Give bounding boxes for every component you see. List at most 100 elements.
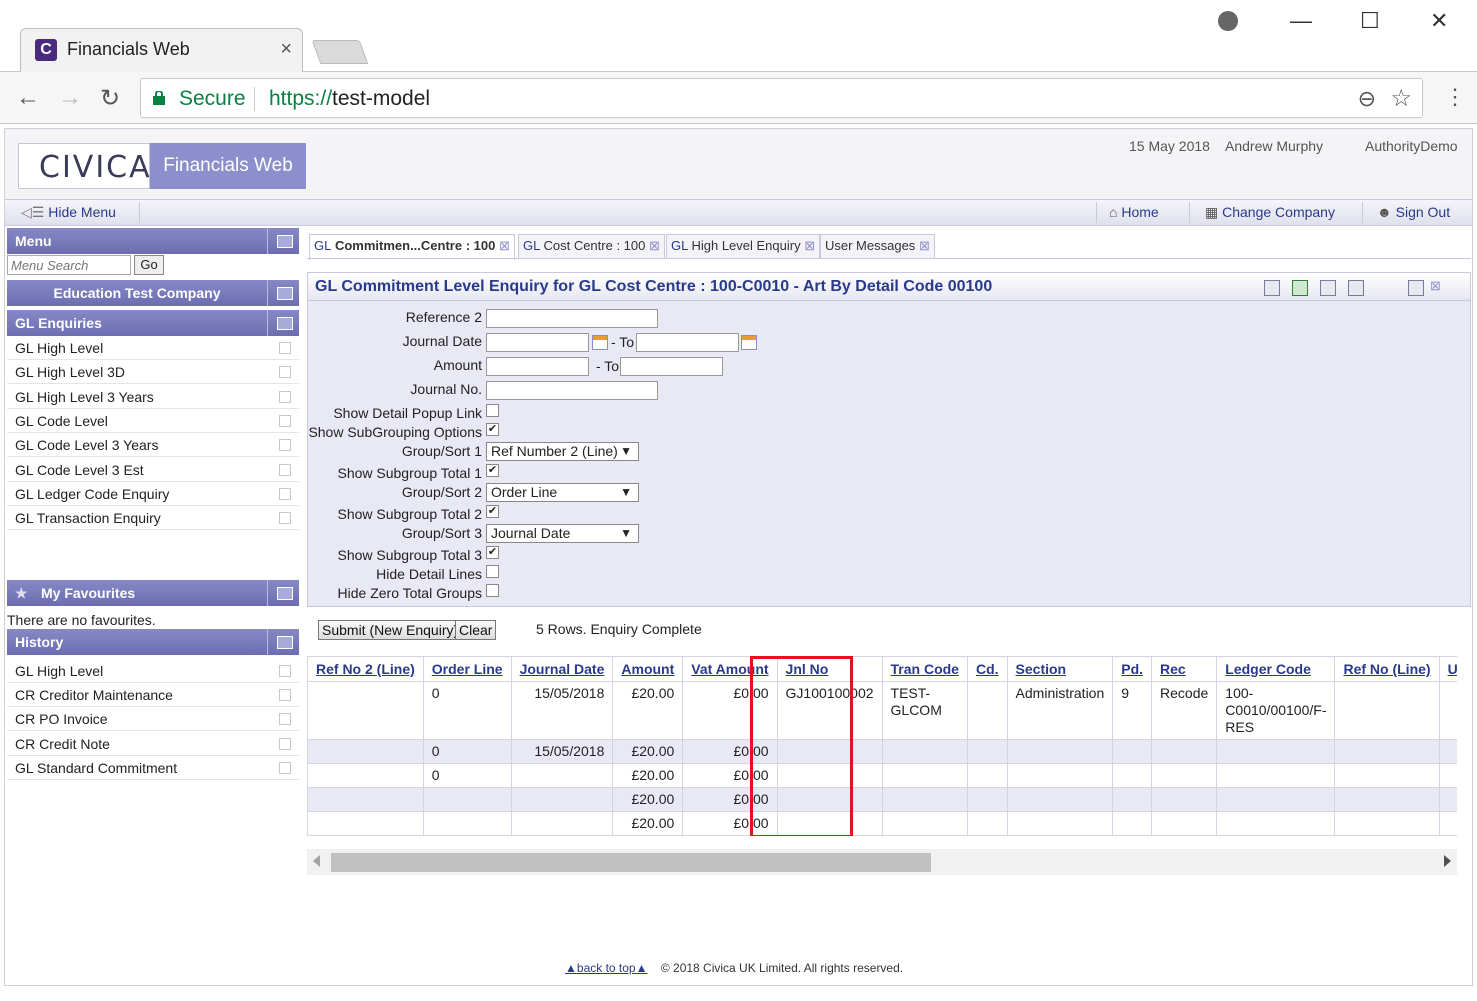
cell [1006,739,1114,764]
amount-to-input[interactable] [620,357,723,376]
tab-gl-commitment[interactable]: GL Commitmen...Centre : 100 ⊠ [309,234,515,260]
hide-menu-button[interactable]: ◁☰ Hide Menu [21,200,116,225]
history-item[interactable]: GL Standard Commitment [7,756,299,780]
collapse-icon[interactable] [1348,280,1364,296]
panel-close-icon[interactable]: ⊠ [1430,278,1441,294]
cell: 9 [1112,681,1153,740]
journal-date-from-input[interactable] [486,333,589,352]
forward-arrow-icon[interactable]: → [58,84,82,112]
print-icon[interactable] [1264,280,1280,296]
maximize-icon[interactable]: ☐ [1360,8,1380,34]
history-panel-header: History [7,629,299,655]
scrollbar-thumb[interactable] [331,853,931,872]
window-icon[interactable] [1408,280,1424,296]
column-header[interactable]: Cd. [966,656,1008,682]
column-header[interactable]: Order Line [422,656,512,682]
external-link-icon[interactable] [279,665,291,677]
history-item[interactable]: CR PO Invoice [7,707,299,731]
calendar-icon[interactable] [592,335,608,350]
scroll-left-icon[interactable] [313,855,320,867]
journal-date-to-input[interactable] [636,333,739,352]
tab-gl-high-level[interactable]: GL High Level Enquiry ⊠ [666,234,821,258]
menubar-divider [139,202,140,223]
panel-window-icon[interactable] [267,629,299,655]
show-subtotal-3-checkbox[interactable]: ✔ [486,546,499,559]
panel-window-icon[interactable] [267,280,299,306]
column-header[interactable]: Rec [1151,656,1218,682]
chevron-down-icon: ▼ [620,444,632,458]
external-link-icon[interactable] [279,689,291,701]
excel-export-icon[interactable] [1292,280,1308,296]
window-close-icon[interactable]: ✕ [1430,8,1448,34]
back-to-top-link[interactable]: ▲back to top▲ [565,961,648,975]
profile-icon[interactable] [1218,11,1238,31]
history-item[interactable]: GL High Level [7,659,299,683]
calendar-icon[interactable] [741,335,757,350]
recode-link[interactable]: Recode [1151,681,1218,740]
column-header[interactable]: User Analysis [1438,656,1457,682]
column-header[interactable]: Tran Code [881,656,968,682]
browser-menu-icon[interactable]: ⋮ [1444,84,1466,110]
hide-detail-lines-checkbox[interactable] [486,565,499,578]
column-header[interactable]: Journal Date [510,656,614,682]
menubar-divider [1096,202,1097,223]
column-header[interactable]: Amount [612,656,684,682]
reload-icon[interactable]: ↻ [100,84,120,113]
reference2-input[interactable] [486,309,658,328]
go-button[interactable]: Go [134,255,164,275]
browser-tab[interactable]: C Financials Web × [20,28,303,72]
journal-no-input[interactable] [486,381,658,400]
cell [307,787,424,812]
tab-close-icon[interactable]: ⊠ [649,238,660,253]
show-detail-popup-label: Show Detail Popup Link [333,405,482,421]
close-tab-icon[interactable]: × [280,38,292,61]
show-subtotal-2-checkbox[interactable]: ✔ [486,505,499,518]
chevron-down-icon: ▼ [620,526,632,540]
column-header[interactable]: Ledger Code [1216,656,1336,682]
cell [966,739,1008,764]
bookmark-star-icon[interactable]: ☆ [1390,84,1412,113]
horizontal-scrollbar[interactable] [307,849,1457,875]
new-tab-button[interactable] [311,40,369,64]
submit-button[interactable]: Submit (New Enquiry) [318,620,463,640]
history-item[interactable]: CR Creditor Maintenance [7,683,299,707]
zoom-icon[interactable]: ⊖ [1358,86,1376,112]
home-button[interactable]: ⌂ Home [1109,200,1159,225]
group-sort-2-select[interactable]: Order Line ▼ [486,483,639,502]
change-company-button[interactable]: ▦ Change Company [1205,200,1335,225]
column-header[interactable]: Ref No (Line) [1334,656,1440,682]
panel-window-icon[interactable] [267,228,299,254]
sign-out-button[interactable]: ☻ Sign Out [1377,200,1450,225]
minimize-icon[interactable]: — [1290,8,1312,34]
back-arrow-icon[interactable]: ← [16,84,40,112]
history-item-label: GL Standard Commitment [15,760,178,776]
history-item[interactable]: CR Credit Note [7,732,299,756]
tab-gl-cost-centre[interactable]: GL Cost Centre : 100 ⊠ [518,234,665,258]
amount-from-input[interactable] [486,357,589,376]
external-link-icon[interactable] [279,713,291,725]
group-sort-1-select[interactable]: Ref Number 2 (Line) ▼ [486,442,639,461]
clear-button[interactable]: Clear [455,620,497,640]
group-sort-3-select[interactable]: Journal Date ▼ [486,524,639,543]
external-link-icon[interactable] [279,738,291,750]
show-subtotal-1-checkbox[interactable]: ✔ [486,464,499,477]
enquiry-title-bar: GL Commitment Level Enquiry for GL Cost … [307,272,1471,301]
scroll-right-icon[interactable] [1444,855,1451,867]
column-header[interactable]: Pd. [1112,656,1153,682]
external-link-icon[interactable] [279,762,291,774]
cell [1006,763,1114,788]
select-value: Ref Number 2 (Line) [491,443,618,459]
url-input[interactable]: Secure https://test-model ⊖ ☆ [140,78,1423,118]
show-subgrouping-checkbox[interactable]: ✔ [486,423,499,436]
show-detail-popup-checkbox[interactable] [486,404,499,417]
cell [881,787,968,812]
tab-user-messages[interactable]: User Messages ⊠ [820,234,935,258]
menu-search-input[interactable] [7,255,131,275]
column-header[interactable]: Ref No 2 (Line) [307,656,424,682]
column-chooser-icon[interactable] [1320,280,1336,296]
hide-zero-totals-checkbox[interactable] [486,584,499,597]
tab-close-icon[interactable]: ⊠ [804,238,815,253]
tab-close-icon[interactable]: ⊠ [919,238,930,253]
tab-close-icon[interactable]: ⊠ [499,238,510,253]
column-header[interactable]: Section [1006,656,1114,682]
